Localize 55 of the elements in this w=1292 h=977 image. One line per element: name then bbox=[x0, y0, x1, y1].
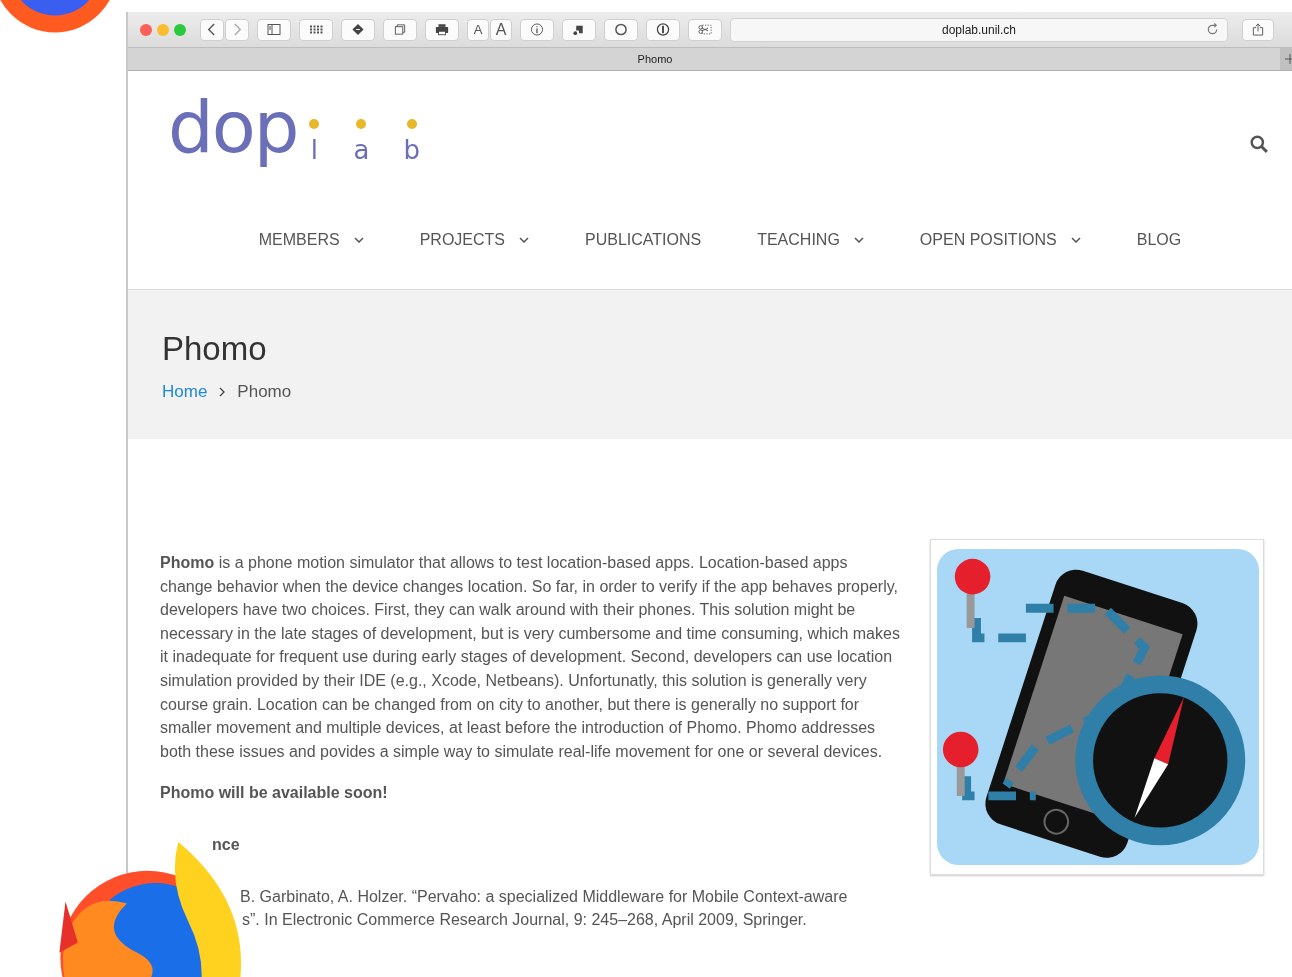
address-bar[interactable]: doplab.unil.ch bbox=[730, 17, 1228, 42]
reference-text: B. Garbinato, A. Holzer. “Pervaho: a specialized Middleware for Mobile Context-aware bbox=[239, 886, 849, 907]
copy-button[interactable] bbox=[383, 18, 417, 41]
caret-icon bbox=[1070, 237, 1081, 243]
sidebar-button[interactable] bbox=[257, 18, 291, 41]
caret-icon bbox=[519, 237, 529, 243]
password-button[interactable] bbox=[646, 18, 680, 41]
smaller-text-button[interactable]: A bbox=[467, 18, 489, 41]
grid-icon bbox=[309, 23, 323, 36]
caret-icon bbox=[353, 237, 364, 243]
clip-button[interactable] bbox=[688, 18, 722, 41]
url-text: doplab.unil.ch bbox=[941, 22, 1017, 37]
chevron-icon bbox=[219, 387, 226, 397]
logo-letter: l bbox=[310, 137, 319, 163]
print-button[interactable] bbox=[425, 18, 459, 41]
info-button[interactable] bbox=[520, 18, 554, 41]
nav-link[interactable]: OPEN POSITIONS bbox=[919, 221, 1081, 259]
search-icon[interactable] bbox=[1250, 135, 1268, 153]
reference-text: s”. In Electronic Commerce Research Journal, 9: 245–268, April 2009, Springer. bbox=[241, 910, 808, 931]
logo-letter: b bbox=[403, 137, 420, 163]
nav-link[interactable]: MEMBERS bbox=[258, 221, 364, 259]
nav-link[interactable]: PROJECTS bbox=[419, 221, 529, 259]
tag-button[interactable] bbox=[341, 18, 375, 41]
caret-icon bbox=[853, 237, 864, 243]
larger-text-button[interactable]: A bbox=[490, 18, 512, 41]
scissors-icon bbox=[698, 23, 712, 36]
breadcrumb-current: Phomo bbox=[237, 382, 292, 402]
tab-title[interactable]: Phomo bbox=[637, 53, 673, 65]
nav-link[interactable]: PUBLICATIONS bbox=[585, 221, 702, 259]
circle-button[interactable] bbox=[604, 18, 638, 41]
plus-icon bbox=[1285, 54, 1292, 64]
dot-icon bbox=[309, 119, 320, 129]
tag-icon bbox=[351, 23, 365, 36]
dot-icon bbox=[356, 119, 367, 129]
page-title: Phomo bbox=[162, 330, 268, 368]
circle-icon bbox=[614, 23, 628, 36]
intro-paragraph: Phomo is a phone motion simulator that allows to test location-based apps. Location-based apps change behavior when the device changes location. So far, in order to verify if the app behaves properly, developers have two choices. First, they can walk around with their phones. This solution might be necessary in the late stages of development, but is very cumbersome and time consuming, which makes it inadequate for frequent use during early stages of development. Second, developers can use location simulation provided by their IDE (e.g., Xcode, Netbeans). Unfortunatly, this solution is generally very course grain. Location can be changed from on city to another, but there is generally no support for smaller movement and multiple devices, at least before the introduction of Phomo. Phomo addresses both these issues and povides a simple way to simulate real-life movement for one or several devices. bbox=[160, 553, 900, 762]
section-heading: nce bbox=[212, 834, 241, 855]
share-icon bbox=[1251, 23, 1265, 36]
print-icon bbox=[435, 23, 449, 36]
elephant-button[interactable] bbox=[562, 18, 596, 41]
copy-icon bbox=[393, 23, 407, 36]
logo-letter: a bbox=[353, 137, 370, 163]
nav-link[interactable]: BLOG bbox=[1136, 221, 1182, 259]
password-icon bbox=[656, 23, 670, 36]
dot-icon bbox=[406, 119, 417, 129]
availability-text: Phomo will be available soon! bbox=[160, 783, 389, 804]
sidebar-icon bbox=[267, 23, 281, 36]
reload-icon[interactable] bbox=[1206, 22, 1219, 36]
nav-link[interactable]: TEACHING bbox=[757, 221, 864, 259]
grid-button[interactable] bbox=[299, 18, 333, 41]
info-icon bbox=[530, 23, 544, 36]
share-button[interactable] bbox=[1242, 18, 1274, 41]
close-button[interactable] bbox=[140, 23, 152, 36]
back-button[interactable] bbox=[200, 18, 224, 41]
